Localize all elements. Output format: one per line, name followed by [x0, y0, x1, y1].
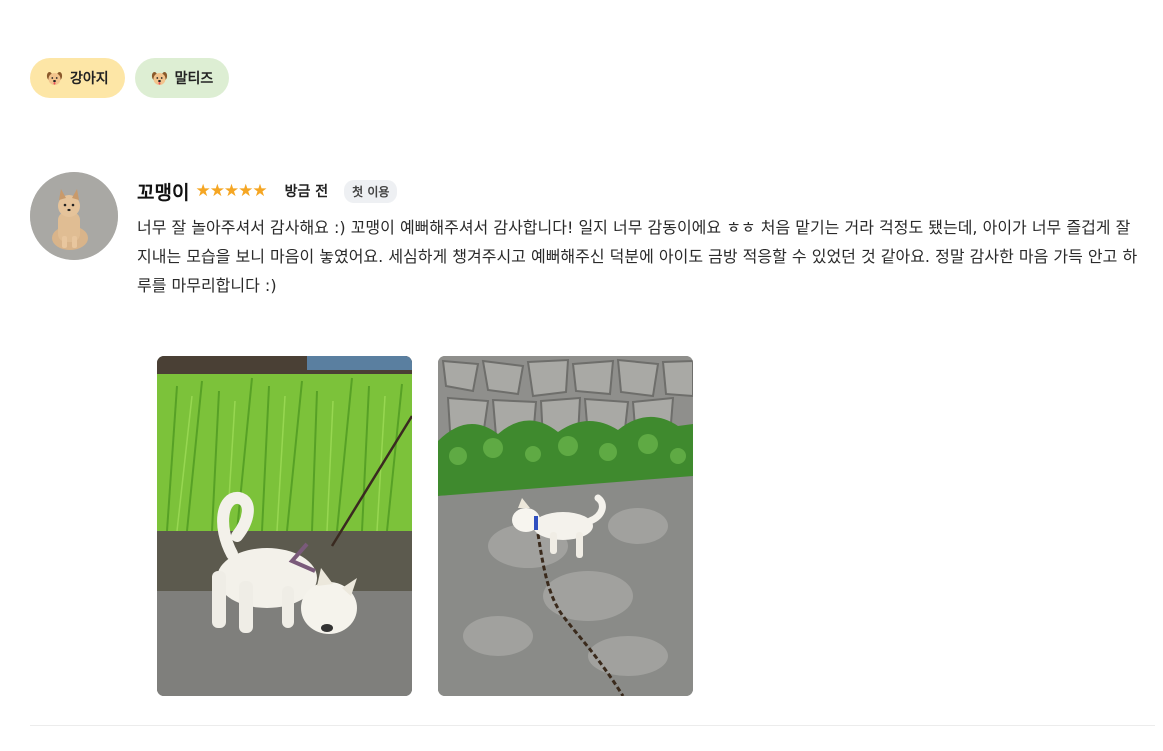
review-text: 너무 잘 놀아주셔서 감사해요 :) 꼬맹이 예뻐해주셔서 감사합니다! 일지 …: [137, 218, 1138, 295]
divider: [30, 725, 1155, 726]
star-rating: ★★★★★: [195, 181, 267, 201]
review-header: 꼬맹이 ★★★★★ 방금 전 첫 이용: [137, 176, 398, 206]
review-photo[interactable]: [157, 356, 412, 696]
avatar[interactable]: [30, 172, 118, 260]
review-time: 방금 전: [284, 184, 329, 200]
tag-maltese[interactable]: 말티즈: [134, 58, 230, 98]
photo-list: [157, 356, 693, 696]
tag-dog[interactable]: 강아지: [30, 58, 125, 98]
dog-face-icon: [46, 70, 63, 87]
review-photo[interactable]: [438, 356, 693, 696]
dog-face-icon: [151, 70, 168, 87]
dog-on-pavement-photo: [438, 356, 693, 696]
first-use-badge: 첫 이용: [344, 179, 398, 203]
tag-list: 강아지 말티즈: [30, 58, 230, 98]
tag-label: 강아지: [70, 71, 109, 87]
author-name: 꼬맹이: [137, 181, 190, 204]
tag-label: 말티즈: [174, 71, 214, 87]
dog-in-grass-photo: [157, 356, 412, 696]
